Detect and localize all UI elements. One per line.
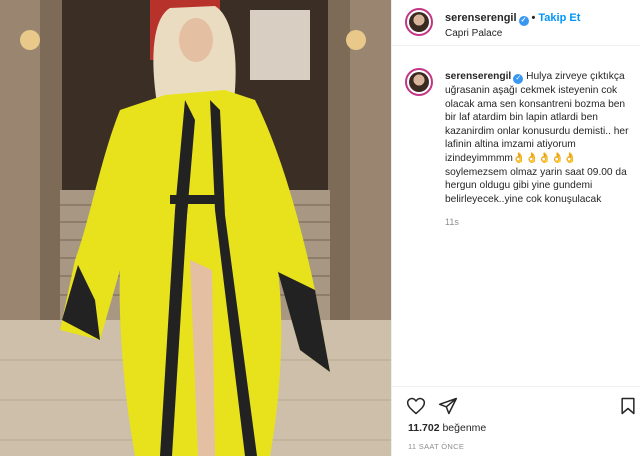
post-time-ago: 11 SAAT ÖNCE bbox=[408, 442, 465, 451]
follow-button[interactable]: Takip Et bbox=[538, 12, 580, 24]
likes-number: 11.702 bbox=[408, 422, 440, 434]
username-link[interactable]: serenserengil bbox=[445, 12, 517, 24]
likes-count[interactable]: 11.702 beğenme bbox=[408, 422, 486, 434]
post-actions: 11.702 beğenme 11 SAAT ÖNCE bbox=[392, 386, 640, 456]
heart-icon[interactable] bbox=[406, 396, 426, 416]
post-sidebar: serenserengil ✓ • Takip Et Capri Palace ser… bbox=[391, 0, 640, 456]
verified-badge-icon: ✓ bbox=[518, 16, 529, 26]
caption-body: Hulya zirveye çıktıkça uğrasanin aşağı c… bbox=[445, 71, 629, 205]
location-link[interactable]: Capri Palace bbox=[445, 28, 502, 39]
bookmark-icon[interactable] bbox=[618, 396, 638, 416]
avatar[interactable] bbox=[405, 68, 433, 96]
caption-username[interactable]: serenserengil bbox=[445, 71, 511, 82]
avatar[interactable] bbox=[405, 8, 433, 36]
header-username-row: serenserengil ✓ • Takip Et bbox=[445, 12, 580, 26]
comment-timestamp: 11s bbox=[445, 217, 459, 227]
paper-plane-icon[interactable] bbox=[438, 396, 458, 416]
caption-text: serenserengil ✓ Hulya zirveye çıktıkça uğ… bbox=[445, 70, 629, 206]
separator-dot: • bbox=[531, 12, 536, 24]
verified-badge-icon: ✓ bbox=[513, 74, 524, 84]
post-header: serenserengil ✓ • Takip Et Capri Palace bbox=[392, 0, 640, 46]
post-photo-illustration bbox=[0, 0, 391, 456]
likes-label: beğenme bbox=[442, 422, 487, 434]
post-photo[interactable] bbox=[0, 0, 391, 456]
